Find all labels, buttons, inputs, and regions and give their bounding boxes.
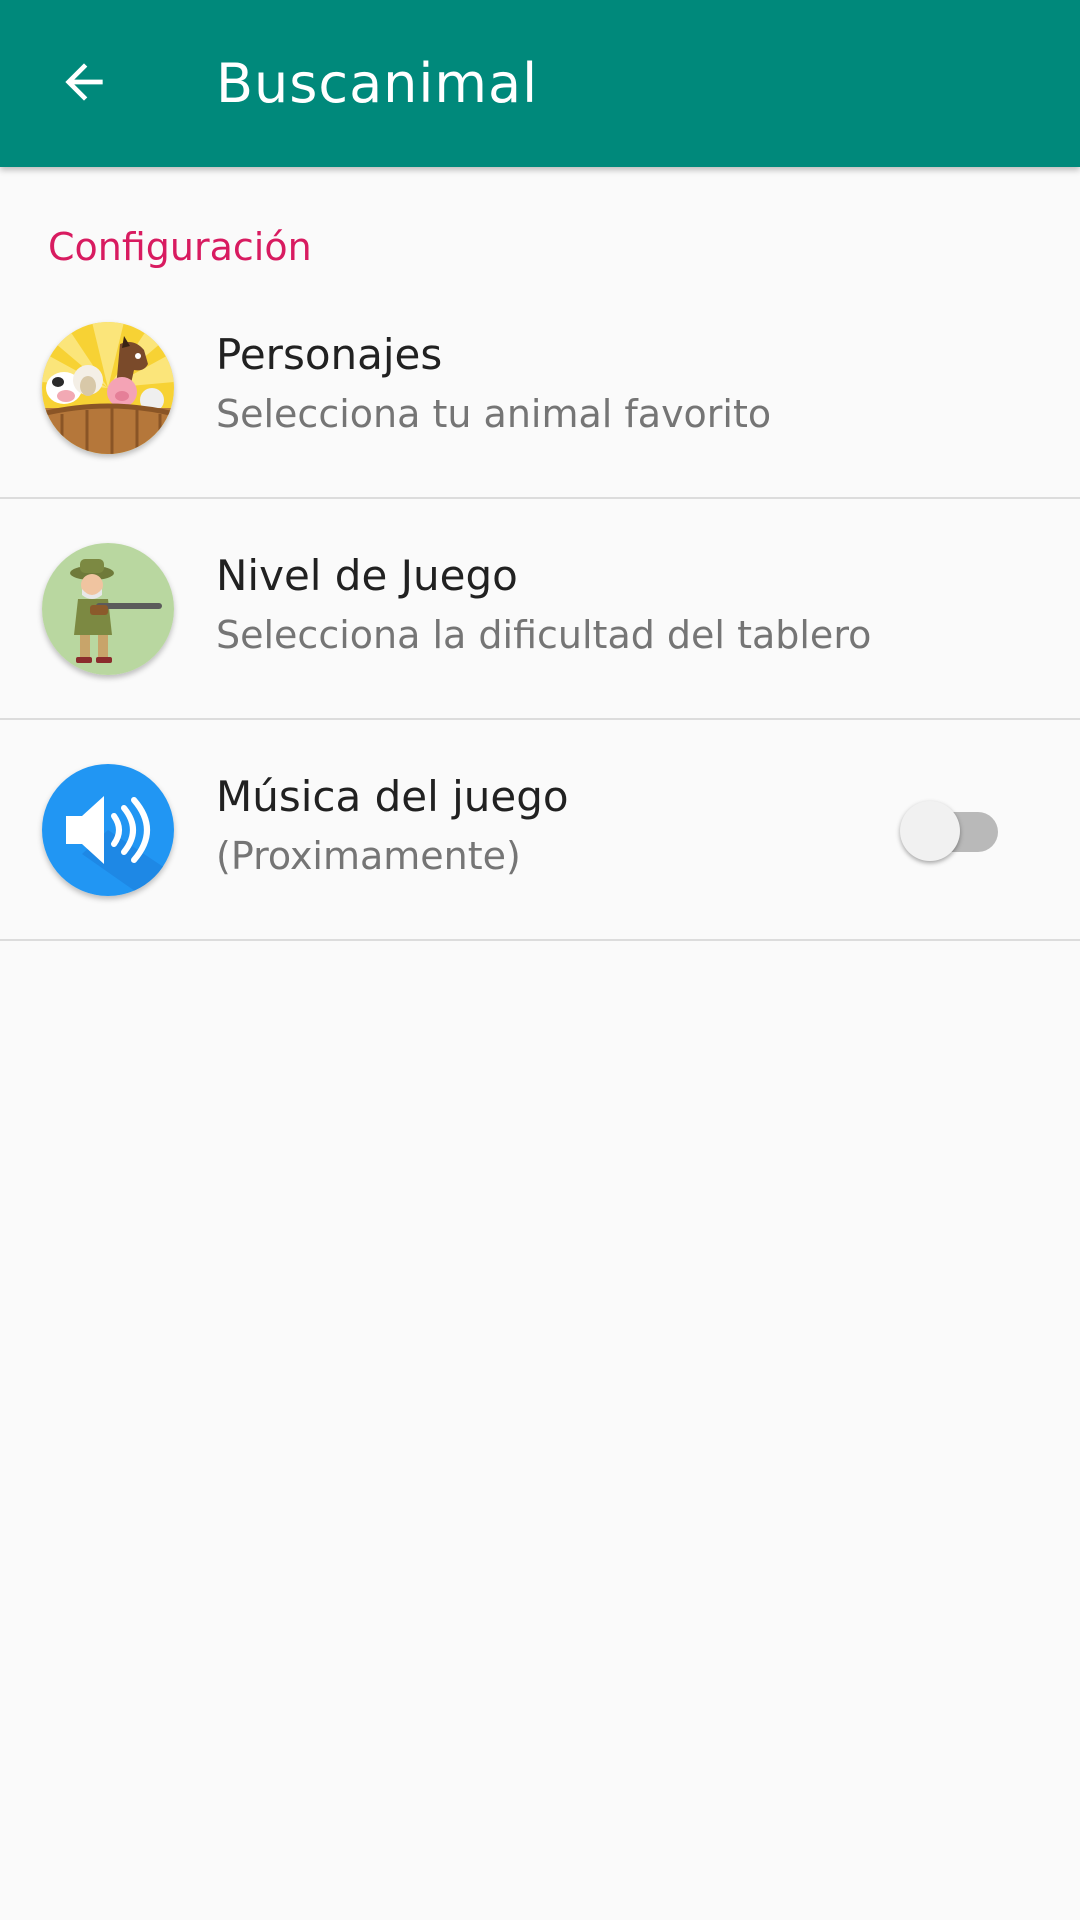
music-toggle-switch[interactable] (900, 801, 1000, 861)
pref-summary: (Proximamente) (216, 834, 521, 878)
pref-title: Música del juego (216, 772, 569, 821)
pref-title: Personajes (216, 330, 443, 379)
page-title: Buscanimal (216, 52, 539, 115)
pref-summary: Selecciona tu animal favorito (216, 392, 772, 436)
speaker-icon (42, 764, 174, 896)
hunter-icon (42, 543, 174, 675)
pref-personajes[interactable]: Personajes Selecciona tu animal favorito (0, 277, 1080, 499)
section-header-configuracion: Configuración (48, 225, 312, 269)
arrow-left-icon (56, 54, 112, 114)
pref-musica-del-juego[interactable]: Música del juego (Proximamente) (0, 719, 1080, 941)
pref-title: Nivel de Juego (216, 551, 518, 600)
back-button[interactable] (36, 36, 132, 132)
farm-animals-icon (42, 322, 174, 454)
pref-summary: Selecciona la dificultad del tablero (216, 613, 872, 657)
switch-thumb (900, 801, 960, 861)
app-bar: Buscanimal (0, 0, 1080, 167)
pref-nivel-de-juego[interactable]: Nivel de Juego Selecciona la dificultad … (0, 498, 1080, 720)
